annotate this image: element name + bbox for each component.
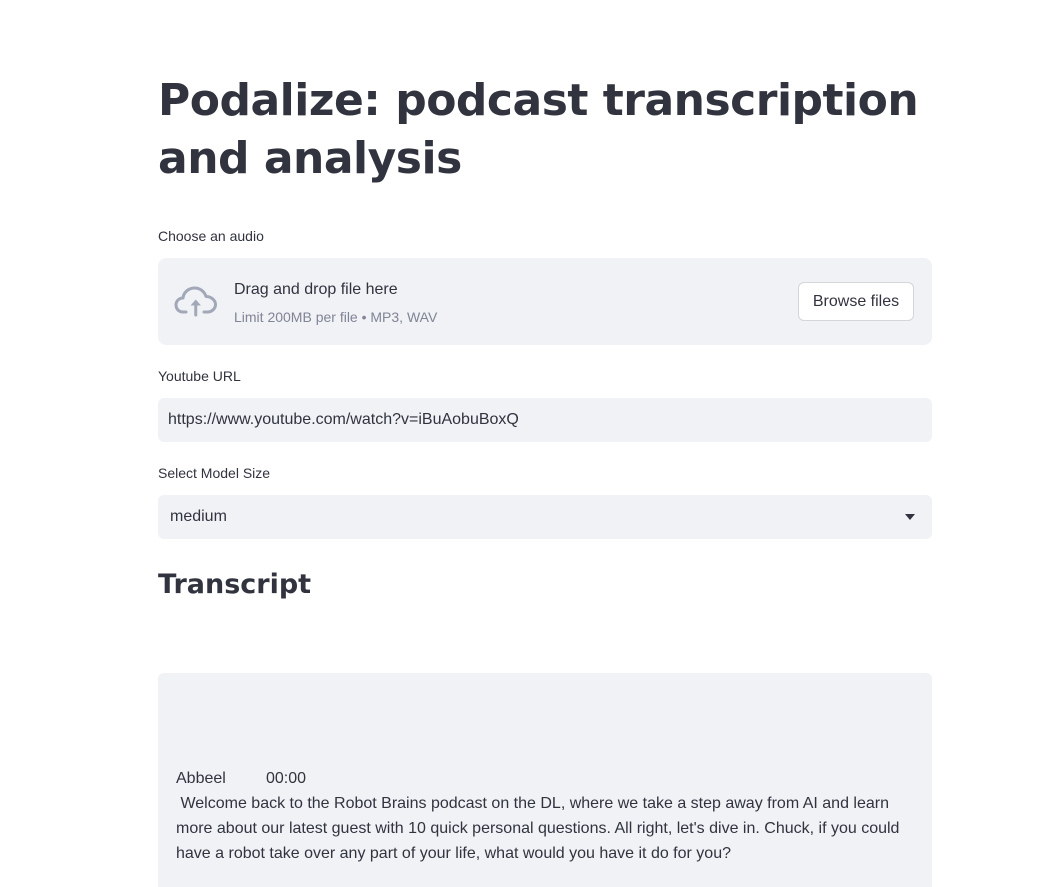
audio-file-dropzone[interactable]: Drag and drop file here Limit 200MB per … xyxy=(158,258,932,345)
youtube-url-label: Youtube URL xyxy=(158,368,241,384)
dropzone-limit-hint: Limit 200MB per file • MP3, WAV xyxy=(234,309,438,325)
transcript-speaker: Abbeel xyxy=(176,770,226,787)
transcript-text: Welcome back to the Robot Brains podcast… xyxy=(176,795,904,862)
cloud-upload-icon xyxy=(174,286,217,317)
browse-files-button[interactable]: Browse files xyxy=(798,282,914,321)
transcript-heading: Transcript xyxy=(158,569,312,600)
transcript-panel: Abbeel 00:00 Welcome back to the Robot B… xyxy=(158,673,932,887)
model-size-label: Select Model Size xyxy=(158,465,271,481)
page-title: Podalize: podcast transcription and anal… xyxy=(158,75,919,184)
dropzone-instructions: Drag and drop file here xyxy=(234,281,398,298)
caret-down-icon[interactable] xyxy=(905,514,915,520)
transcript-timestamp: 00:00 xyxy=(266,770,307,787)
model-size-selected-value: medium xyxy=(170,508,227,525)
audio-uploader-label: Choose an audio xyxy=(158,228,264,244)
youtube-url-input[interactable] xyxy=(158,398,932,442)
model-size-select[interactable]: medium xyxy=(158,495,932,539)
